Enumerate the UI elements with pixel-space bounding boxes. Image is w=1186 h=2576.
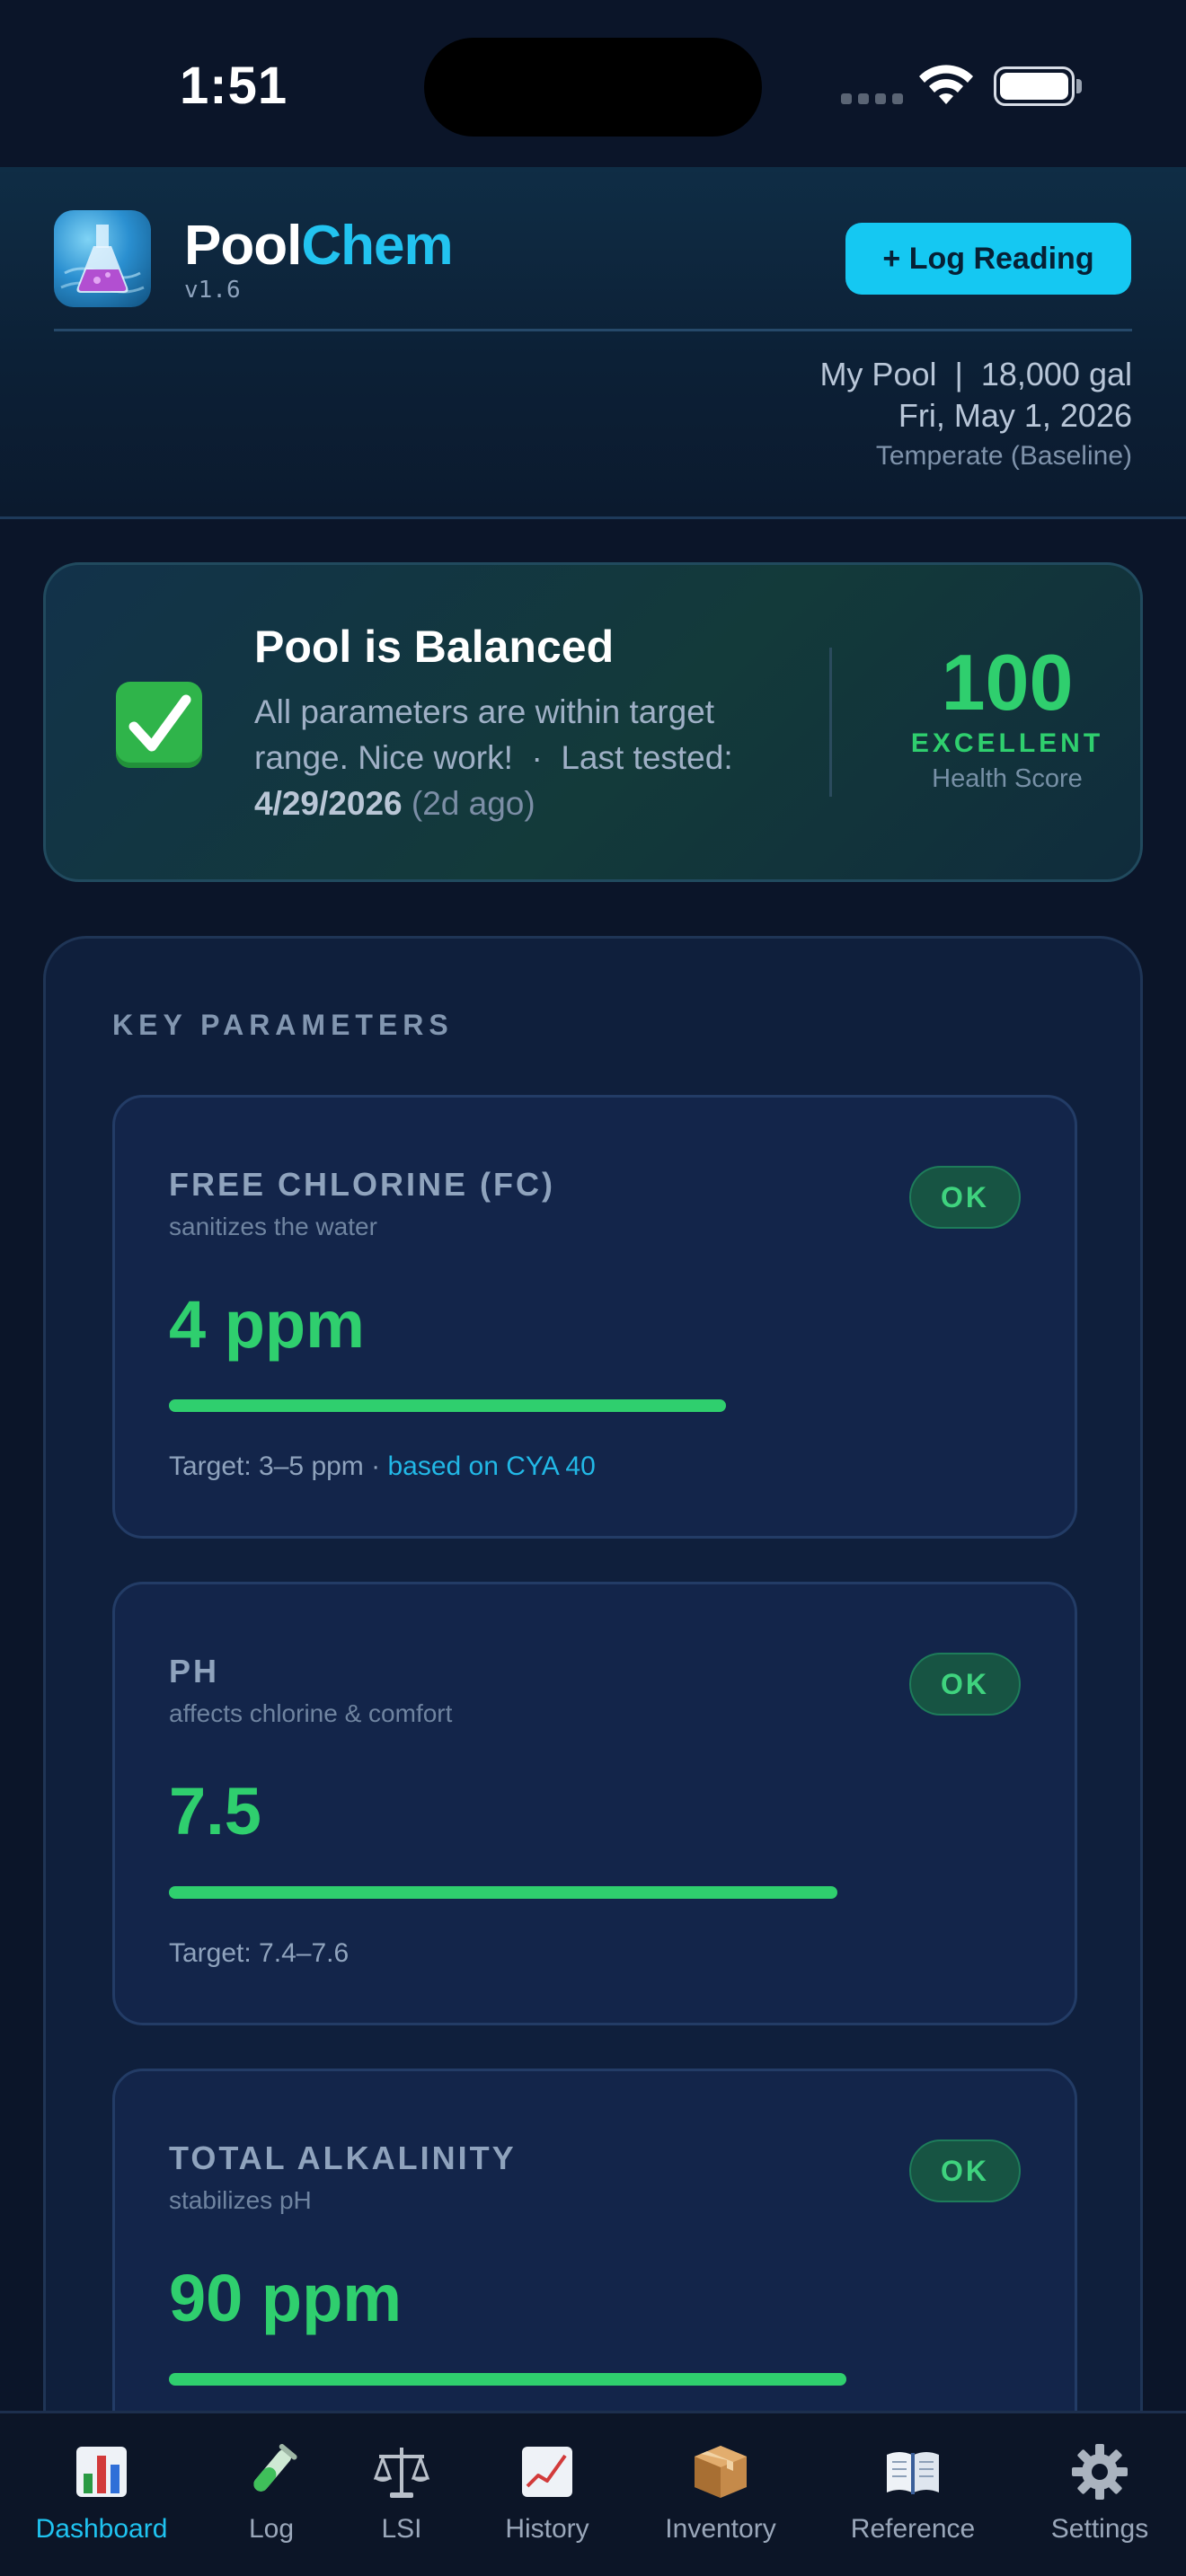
balance-message: All parameters are within target range. … bbox=[254, 693, 733, 822]
tab-label: Settings bbox=[1050, 2514, 1149, 2544]
parameter-target: Target: 3–5 ppm · based on CYA 40 bbox=[169, 1451, 596, 1481]
tab-history[interactable]: History bbox=[485, 2413, 609, 2576]
status-time: 1:51 bbox=[180, 57, 288, 115]
balance-status-card: Pool is Balanced All parameters are with… bbox=[43, 562, 1143, 882]
tab-label: LSI bbox=[381, 2514, 422, 2544]
last-tested-date: 4/29/2026 bbox=[254, 785, 403, 822]
pool-info: My Pool | 18,000 gal Fri, May 1, 2026 Te… bbox=[819, 354, 1132, 476]
tab-label: History bbox=[505, 2514, 589, 2544]
score-divider bbox=[829, 648, 832, 797]
pool-summary: My Pool | 18,000 gal bbox=[819, 356, 1132, 393]
wifi-icon bbox=[919, 65, 973, 104]
last-tested-ago: (2d ago) bbox=[411, 785, 535, 822]
parameter-description: stabilizes pH bbox=[169, 2186, 312, 2214]
current-date: Fri, May 1, 2026 bbox=[898, 397, 1132, 434]
app-header: PoolChem v1.6 + Log Reading My Pool | 18… bbox=[0, 167, 1186, 519]
balance-scale-icon bbox=[370, 2440, 433, 2503]
parameter-name: TOTAL ALKALINITY bbox=[169, 2139, 517, 2176]
parameter-name: PH bbox=[169, 1653, 220, 1689]
status-badge: OK bbox=[909, 1653, 1021, 1716]
line-chart-icon bbox=[516, 2440, 579, 2503]
test-tube-icon bbox=[240, 2440, 303, 2503]
parameter-target: Target: 7.4–7.6 bbox=[169, 1938, 350, 1968]
tab-settings[interactable]: Settings bbox=[1033, 2413, 1166, 2576]
parameter-card-free-chlorine[interactable]: FREE CHLORINE (FC) sanitizes the water O… bbox=[112, 1095, 1077, 1539]
dynamic-island bbox=[424, 38, 762, 137]
tab-lsi[interactable]: LSI bbox=[350, 2413, 453, 2576]
status-badge: OK bbox=[909, 1166, 1021, 1229]
key-parameters-panel: KEY PARAMETERS FREE CHLORINE (FC) saniti… bbox=[43, 936, 1143, 2576]
parameter-value: 4 ppm bbox=[169, 1287, 365, 1362]
package-icon bbox=[689, 2440, 752, 2503]
parameter-description: affects chlorine & comfort bbox=[169, 1699, 453, 1727]
key-parameters-heading: KEY PARAMETERS bbox=[112, 1009, 454, 1041]
tab-label: Inventory bbox=[665, 2514, 776, 2544]
climate-label: Temperate (Baseline) bbox=[875, 441, 1132, 471]
parameter-name: FREE CHLORINE (FC) bbox=[169, 1166, 555, 1203]
tab-dashboard[interactable]: Dashboard bbox=[0, 2413, 203, 2576]
battery-icon bbox=[994, 66, 1075, 106]
gear-icon bbox=[1068, 2440, 1131, 2503]
tab-reference[interactable]: Reference bbox=[836, 2413, 990, 2576]
parameter-value: 7.5 bbox=[169, 1774, 261, 1848]
target-note: based on CYA 40 bbox=[387, 1451, 596, 1481]
app-logo-icon bbox=[54, 210, 151, 307]
book-icon bbox=[881, 2440, 944, 2503]
health-score-grade: EXCELLENT bbox=[910, 728, 1104, 758]
app-title: PoolChem bbox=[184, 215, 454, 277]
parameter-level-bar bbox=[169, 1399, 726, 1412]
bottom-tab-bar: Dashboard Log LSI History Inventory Refe… bbox=[0, 2411, 1186, 2576]
parameter-value: 90 ppm bbox=[169, 2261, 403, 2335]
log-reading-button[interactable]: + Log Reading bbox=[845, 223, 1131, 295]
tab-label: Reference bbox=[850, 2514, 976, 2544]
tab-label: Log bbox=[248, 2514, 295, 2544]
check-mark-icon bbox=[116, 682, 202, 768]
status-badge: OK bbox=[909, 2139, 1021, 2202]
tab-log[interactable]: Log bbox=[216, 2413, 327, 2576]
balance-title: Pool is Balanced bbox=[254, 622, 615, 672]
health-score-label: Health Score bbox=[932, 764, 1083, 793]
status-bar: 1:51 bbox=[0, 0, 1186, 167]
parameter-card-ph[interactable]: PH affects chlorine & comfort OK 7.5 Tar… bbox=[112, 1582, 1077, 2025]
tab-label: Dashboard bbox=[35, 2514, 168, 2544]
parameter-level-bar bbox=[169, 2373, 846, 2386]
health-score-value: 100 bbox=[941, 638, 1074, 727]
tab-inventory[interactable]: Inventory bbox=[649, 2413, 792, 2576]
bar-chart-icon bbox=[70, 2440, 133, 2503]
app-version: v1.6 bbox=[184, 277, 241, 304]
parameter-level-bar bbox=[169, 1886, 837, 1899]
header-divider bbox=[54, 329, 1132, 331]
parameter-description: sanitizes the water bbox=[169, 1213, 377, 1240]
cellular-signal-icon bbox=[841, 93, 903, 104]
